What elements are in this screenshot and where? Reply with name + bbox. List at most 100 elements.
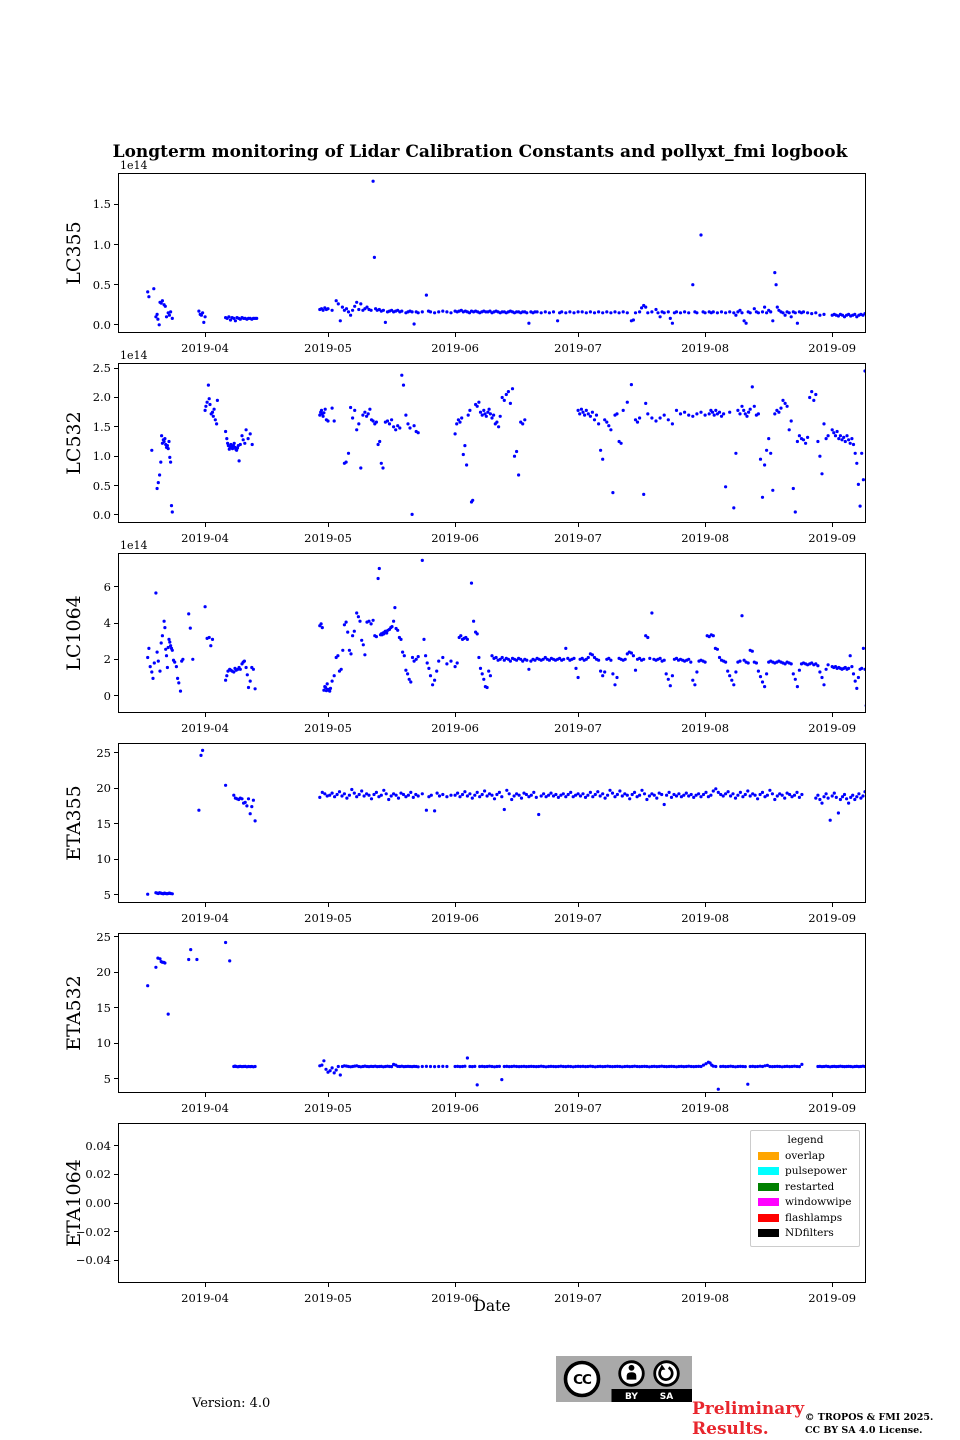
x-tick-label: 2019-08 [673,341,737,355]
y-tick-label: 2 [59,651,111,667]
legend: legendoverlappulsepowerrestartedwindowwi… [750,1130,860,1247]
y-tick-label: 0.00 [59,1195,111,1211]
x-tick-label: 2019-09 [800,1101,864,1115]
x-tick-mark [578,523,579,527]
y-tick-mark [114,514,118,515]
legend-item-windowwipe: windowwipe [758,1195,853,1211]
legend-label: overlap [785,1150,825,1162]
legend-title: legend [758,1134,853,1146]
y-tick-mark [114,623,118,624]
x-tick-label: 2019-04 [173,721,237,735]
legend-label: pulsepower [785,1165,847,1177]
legend-label: flashlamps [785,1212,842,1224]
x-tick-mark [205,713,206,717]
preliminary-line2: Results. [692,1419,804,1439]
y-tick-label: 10 [59,851,111,867]
x-tick-label: 2019-08 [673,1101,737,1115]
scatter-points [119,744,865,902]
x-tick-mark [578,333,579,337]
y-tick-label: 0.0 [59,317,111,333]
y-axis-offset-text: 1e14 [120,349,148,362]
y-tick-label: −0.02 [59,1224,111,1240]
cc-by-sa-badge: CC BY SA [556,1356,692,1402]
legend-swatch-flashlamps [758,1214,779,1222]
x-tick-mark [705,1283,706,1287]
y-tick-label: 25 [59,745,111,761]
x-tick-label: 2019-06 [423,531,487,545]
x-tick-mark [455,903,456,907]
legend-item-NDfilters: NDfilters [758,1226,853,1242]
y-tick-mark [114,1174,118,1175]
x-tick-label: 2019-07 [546,341,610,355]
y-tick-mark [114,695,118,696]
legend-swatch-overlap [758,1152,779,1160]
x-tick-mark [832,1093,833,1097]
x-tick-label: 2019-04 [173,531,237,545]
x-tick-label: 2019-08 [673,531,737,545]
y-tick-label: 1.5 [59,419,111,435]
copyright-line2: CC BY SA 4.0 License. [805,1424,933,1437]
subplot-eta532: ETA5325101520252019-042019-052019-062019… [118,933,866,1093]
x-tick-label: 2019-06 [423,721,487,735]
x-tick-mark [705,1093,706,1097]
y-tick-label: 0.02 [59,1166,111,1182]
x-tick-mark [455,713,456,717]
x-tick-mark [705,713,706,717]
x-tick-label: 2019-04 [173,341,237,355]
scatter-points [119,364,865,522]
y-tick-label: 5 [59,1071,111,1087]
x-tick-mark [705,333,706,337]
badge-label-bar [612,1389,693,1402]
x-tick-mark [328,903,329,907]
x-tick-mark [455,333,456,337]
y-tick-mark [114,426,118,427]
x-tick-mark [455,1283,456,1287]
legend-swatch-pulsepower [758,1167,779,1175]
y-tick-mark [114,586,118,587]
subplot-lc355: LC3551e140.00.51.01.52019-042019-052019-… [118,173,866,333]
by-person-head [629,1365,635,1371]
x-tick-mark [455,1093,456,1097]
x-tick-label: 2019-05 [296,1101,360,1115]
x-tick-mark [328,713,329,717]
y-tick-label: 0.5 [59,478,111,494]
sa-arrow-icon [655,1362,679,1386]
y-tick-label: 0.0 [59,507,111,523]
subplot-lc1064: LC10641e1402462019-042019-052019-062019-… [118,553,866,713]
x-tick-label: 2019-07 [546,721,610,735]
x-tick-mark [705,903,706,907]
subplot-eta355: ETA3555101520252019-042019-052019-062019… [118,743,866,903]
legend-item-flashlamps: flashlamps [758,1210,853,1226]
y-tick-mark [114,659,118,660]
y-tick-mark [114,972,118,973]
y-tick-mark [114,1007,118,1008]
version-text: Version: 4.0 [192,1396,270,1411]
y-tick-label: 15 [59,1000,111,1016]
y-tick-mark [114,1231,118,1232]
y-tick-mark [114,1043,118,1044]
y-axis-offset-text: 1e14 [120,159,148,172]
x-tick-label: 2019-05 [296,341,360,355]
y-tick-mark [114,823,118,824]
x-tick-mark [832,903,833,907]
y-tick-mark [114,859,118,860]
x-tick-mark [832,1283,833,1287]
y-tick-mark [114,397,118,398]
x-axis-label: Date [118,1297,866,1315]
y-tick-mark [114,204,118,205]
y-tick-mark [114,1145,118,1146]
legend-swatch-NDfilters [758,1229,779,1237]
y-tick-mark [114,1078,118,1079]
x-tick-mark [578,713,579,717]
x-tick-mark [832,523,833,527]
x-tick-label: 2019-07 [546,911,610,925]
y-tick-label: 20 [59,964,111,980]
y-tick-label: 10 [59,1035,111,1051]
x-tick-label: 2019-09 [800,721,864,735]
y-tick-label: 15 [59,816,111,832]
x-tick-mark [578,1283,579,1287]
x-tick-mark [205,1283,206,1287]
y-tick-label: −0.04 [59,1252,111,1268]
y-axis-offset-text: 1e14 [120,539,148,552]
y-tick-mark [114,368,118,369]
